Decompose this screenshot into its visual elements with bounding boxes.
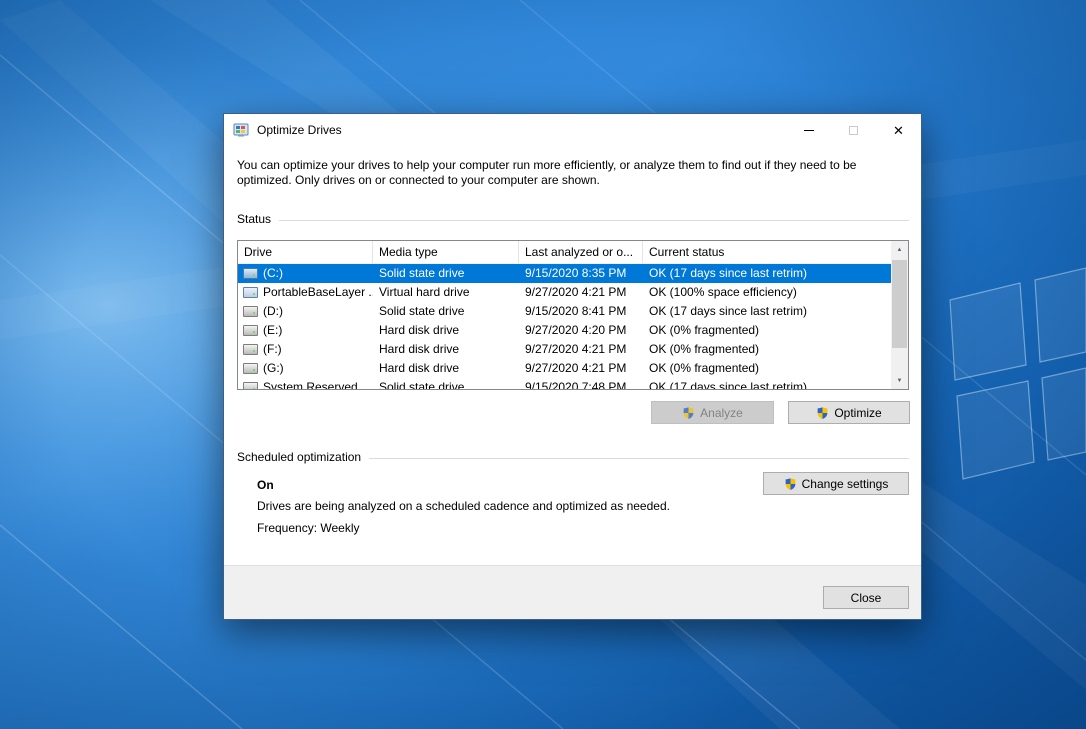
drive-name: System Reserved [263,378,358,389]
scheduled-description: Drives are being analyzed on a scheduled… [257,499,670,513]
table-row[interactable]: (F:) Hard disk drive9/27/2020 4:21 PMOK (… [238,340,893,359]
current-status-cell: OK (17 days since last retrim) [643,264,893,283]
optimize-drives-window: Optimize Drives ✕ You can optimize your … [223,113,922,620]
drive-cell: System Reserved [238,378,373,389]
column-header-media-type[interactable]: Media type [373,241,519,264]
scheduled-state: On [257,478,274,492]
close-window-button[interactable]: ✕ [876,114,921,146]
current-status-cell: OK (0% fragmented) [643,321,893,340]
media-type-cell: Hard disk drive [373,340,519,359]
close-button[interactable]: Close [823,586,909,609]
current-status-cell: OK (0% fragmented) [643,359,893,378]
last-analyzed-cell: 9/27/2020 4:21 PM [519,283,643,302]
window-controls: ✕ [786,114,921,146]
drive-list-body: (C:)Solid state drive9/15/2020 8:35 PMOK… [238,264,893,389]
column-header-current-status[interactable]: Current status [643,241,893,264]
table-row[interactable]: (G:) Hard disk drive9/27/2020 4:21 PMOK (… [238,359,893,378]
group-divider [369,458,909,459]
drive-name: (C:) [263,264,283,283]
drive-name: PortableBaseLayer ... [263,283,373,302]
last-analyzed-cell: 9/27/2020 4:20 PM [519,321,643,340]
uac-shield-icon [816,406,829,420]
close-button-label: Close [851,591,882,605]
drive-cell: (C:) [238,264,373,283]
scrollbar-up-button[interactable]: ▲ [891,241,908,258]
drive-cell: PortableBaseLayer ... [238,283,373,302]
optimize-button[interactable]: Optimize [788,401,910,424]
optimize-button-label: Optimize [834,406,881,420]
drive-cell: (D:) [238,302,373,321]
drive-name: (E:) [263,321,282,340]
uac-shield-icon [682,406,695,420]
table-row[interactable]: PortableBaseLayer ...Virtual hard drive9… [238,283,893,302]
current-status-cell: OK (100% space efficiency) [643,283,893,302]
system-drive-icon [243,268,258,279]
close-icon: ✕ [893,124,904,137]
vertical-scrollbar[interactable]: ▲ ▼ [891,241,908,389]
media-type-cell: Virtual hard drive [373,283,519,302]
last-analyzed-cell: 9/15/2020 8:41 PM [519,302,643,321]
scheduled-group-header: Scheduled optimization [237,450,909,464]
group-divider [279,220,909,221]
scrollbar-down-button[interactable]: ▼ [891,372,908,389]
table-row[interactable]: (D:) Solid state drive9/15/2020 8:41 PMOK… [238,302,893,321]
drive-cell: (F:) [238,340,373,359]
status-group-header: Status [237,212,909,226]
drive-list-header: Drive Media type Last analyzed or o... C… [238,241,893,264]
analyze-button[interactable]: Analyze [651,401,774,424]
drive-name: (G:) [263,359,284,378]
maximize-button[interactable] [831,114,876,146]
table-row[interactable]: (C:) Solid state drive9/15/2020 8:35 PMOK… [238,264,893,283]
current-status-cell: OK (17 days since last retrim) [643,378,893,389]
drive-name: (F:) [263,340,282,359]
dialog-footer: Close [224,565,921,619]
media-type-cell: Solid state drive [373,264,519,283]
drive-name: (D:) [263,302,283,321]
last-analyzed-cell: 9/15/2020 8:35 PM [519,264,643,283]
scheduled-frequency: Frequency: Weekly [257,521,360,535]
table-row[interactable]: (E:) Hard disk drive9/27/2020 4:20 PMOK (… [238,321,893,340]
last-analyzed-cell: 9/27/2020 4:21 PM [519,359,643,378]
media-type-cell: Solid state drive [373,302,519,321]
desktop: Optimize Drives ✕ You can optimize your … [0,0,1086,729]
drive-cell: (E:) [238,321,373,340]
uac-shield-icon [784,477,797,491]
change-settings-button-label: Change settings [802,477,889,491]
drive-icon [243,344,258,355]
change-settings-button[interactable]: Change settings [763,472,909,495]
drive-icon [243,363,258,374]
last-analyzed-cell: 9/27/2020 4:21 PM [519,340,643,359]
minimize-button[interactable] [786,114,831,146]
scrollbar-thumb[interactable] [892,260,907,348]
drive-icon [243,382,258,389]
current-status-cell: OK (17 days since last retrim) [643,302,893,321]
last-analyzed-cell: 9/15/2020 7:48 PM [519,378,643,389]
media-type-cell: Hard disk drive [373,359,519,378]
column-header-drive[interactable]: Drive [238,241,373,264]
dialog-description: You can optimize your drives to help you… [237,158,885,188]
analyze-button-label: Analyze [700,406,743,420]
drive-icon [243,325,258,336]
column-header-last-analyzed[interactable]: Last analyzed or o... [519,241,643,264]
current-status-cell: OK (0% fragmented) [643,340,893,359]
media-type-cell: Solid state drive [373,378,519,389]
media-type-cell: Hard disk drive [373,321,519,340]
scheduled-group-label: Scheduled optimization [237,450,361,464]
minimize-icon [804,130,814,131]
title-bar[interactable]: Optimize Drives ✕ [224,114,921,146]
window-title: Optimize Drives [257,123,342,137]
drive-cell: (G:) [238,359,373,378]
drive-list[interactable]: Drive Media type Last analyzed or o... C… [237,240,909,390]
drive-icon [243,306,258,317]
virtual-drive-icon [243,287,258,298]
status-group-label: Status [237,212,271,226]
table-row[interactable]: System Reserved Solid state drive9/15/202… [238,378,893,389]
defrag-app-icon [233,122,249,138]
maximize-icon [849,126,858,135]
